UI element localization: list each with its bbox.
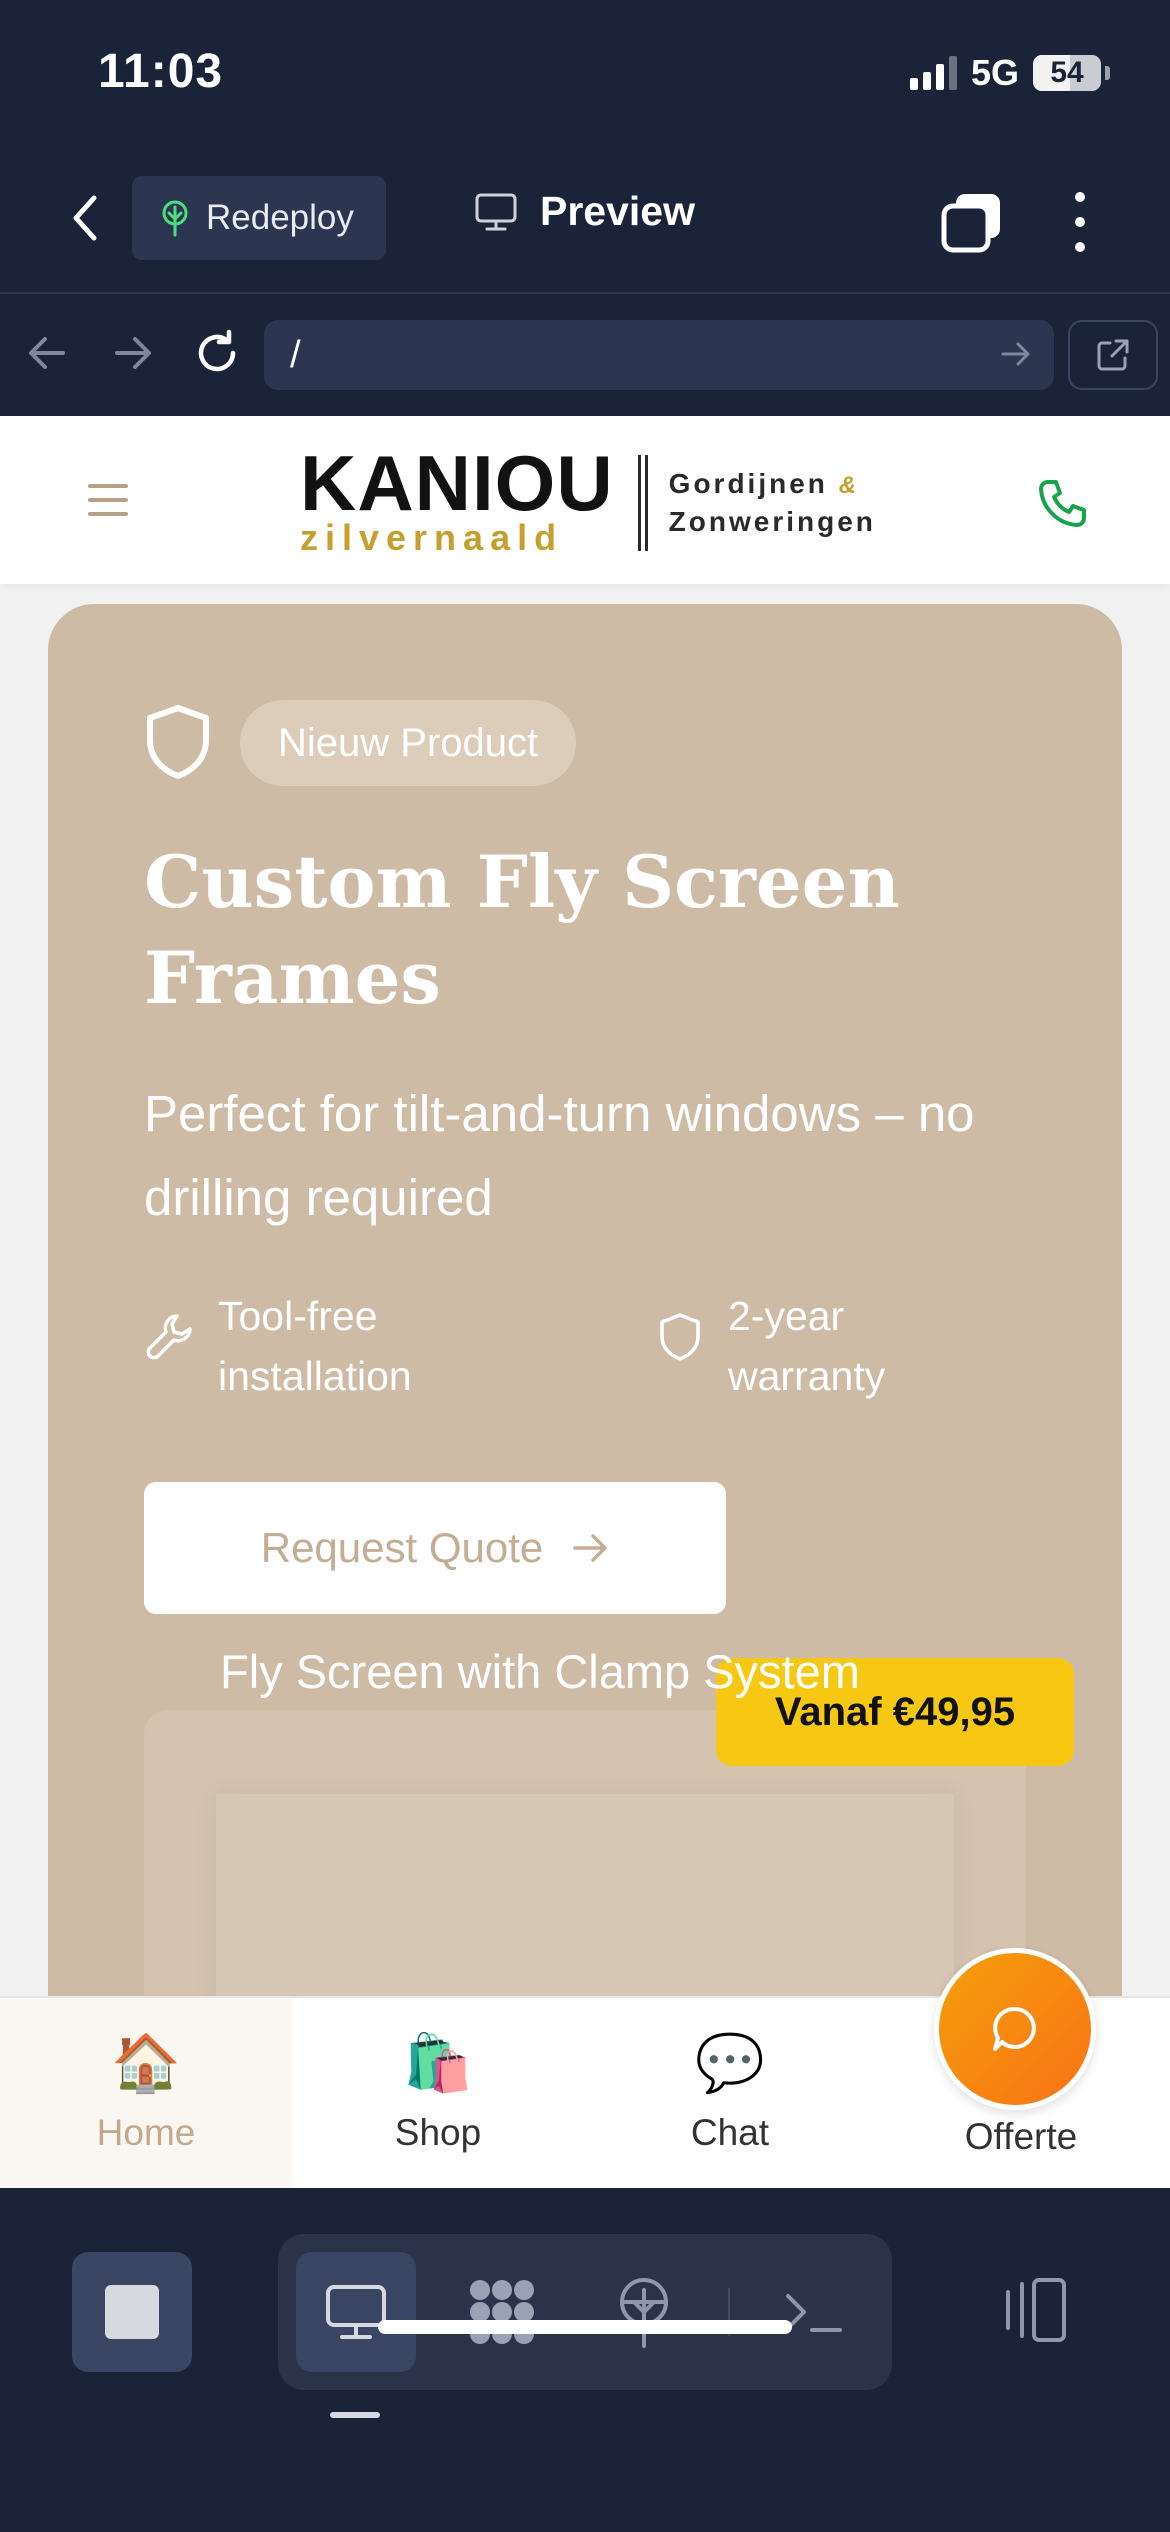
stop-button[interactable] bbox=[72, 2252, 192, 2372]
split-view-icon[interactable] bbox=[998, 2270, 1078, 2350]
back-button[interactable] bbox=[60, 188, 110, 248]
nodes-icon bbox=[470, 2280, 534, 2344]
arrow-left-icon bbox=[29, 337, 65, 369]
browser-forward-button[interactable] bbox=[108, 328, 158, 378]
shield-icon bbox=[147, 705, 209, 779]
logo-sub-text: zilvernaald bbox=[300, 517, 564, 558]
preview-view-button[interactable] bbox=[296, 2252, 416, 2372]
new-product-badge: Nieuw Product bbox=[240, 700, 577, 786]
nav-label-offerte[interactable]: Offerte bbox=[876, 2116, 1166, 2158]
logo-side-text-1: Gordijnen bbox=[668, 468, 828, 499]
go-arrow-icon[interactable] bbox=[1000, 334, 1032, 374]
web-preview: KANIOU zilvernaald Gordijnen & Zonwering… bbox=[0, 416, 1170, 2188]
nav-item-home[interactable]: 🏠 Home bbox=[0, 1998, 292, 2188]
battery-nub bbox=[1105, 66, 1110, 80]
redeploy-label: Redeploy bbox=[206, 198, 354, 237]
app-bar: Redeploy Preview bbox=[0, 150, 1170, 294]
arrow-right-icon bbox=[573, 1534, 607, 1562]
workflow-view-button[interactable] bbox=[442, 2252, 562, 2372]
feature-1-label: Tool-free installation bbox=[218, 1293, 412, 1399]
battery-level: 54 bbox=[1050, 56, 1084, 89]
request-quote-button[interactable]: Request Quote bbox=[144, 1482, 726, 1614]
shopping-bags-icon: 🛍️ bbox=[403, 2031, 473, 2094]
phone-icon[interactable] bbox=[1034, 476, 1090, 532]
hero-card: Nieuw Product Custom Fly Screen Frames P… bbox=[48, 604, 1122, 2188]
redeploy-button[interactable]: Redeploy bbox=[132, 176, 386, 260]
browser-back-button[interactable] bbox=[22, 328, 72, 378]
network-type: 5G bbox=[970, 52, 1019, 93]
reload-icon bbox=[198, 329, 236, 372]
logo-main-text: KANIOU bbox=[300, 439, 614, 527]
shield-small-icon bbox=[660, 1313, 700, 1361]
preview-label: Preview bbox=[540, 188, 695, 234]
preview-tab[interactable]: Preview bbox=[474, 188, 695, 235]
url-bar: / bbox=[0, 296, 1170, 416]
url-text: / bbox=[290, 333, 301, 376]
wrench-icon bbox=[146, 1314, 192, 1360]
nav-label-shop: Shop bbox=[394, 2112, 482, 2153]
deploy-tree-icon bbox=[620, 2278, 668, 2348]
tabs-icon[interactable] bbox=[940, 190, 1004, 254]
logo-divider bbox=[637, 455, 641, 551]
house-icon: 🏠 bbox=[111, 2031, 181, 2094]
more-options-button[interactable] bbox=[1060, 186, 1100, 258]
active-indicator bbox=[330, 2412, 380, 2418]
status-indicators: 5G 54 bbox=[909, 52, 1110, 94]
nav-item-shop[interactable]: 🛍️ Shop bbox=[292, 1998, 584, 2188]
nav-label-home: Home bbox=[96, 2112, 196, 2153]
stop-icon bbox=[105, 2285, 159, 2339]
signal-icon bbox=[909, 56, 957, 90]
logo-side-text-2: Zonweringen bbox=[668, 506, 876, 537]
bottom-toolbar bbox=[0, 2188, 1170, 2532]
site-header: KANIOU zilvernaald Gordijnen & Zonwering… bbox=[0, 416, 1170, 584]
monitor-icon bbox=[326, 2285, 386, 2339]
chat-fab-button[interactable] bbox=[934, 1948, 1096, 2110]
menu-icon[interactable] bbox=[88, 484, 128, 516]
deploy-view-button[interactable] bbox=[584, 2252, 704, 2372]
battery-icon: 54 bbox=[1033, 55, 1101, 91]
request-quote-label: Request Quote bbox=[260, 1524, 544, 1571]
product-label: Fly Screen with Clamp System bbox=[220, 1645, 860, 1698]
monitor-icon bbox=[475, 193, 517, 230]
terminal-view-button[interactable] bbox=[754, 2252, 874, 2372]
logo-ampersand: & bbox=[838, 472, 860, 499]
nav-label-chat: Chat bbox=[690, 2112, 770, 2153]
chevron-left-icon bbox=[73, 195, 97, 241]
open-external-button[interactable] bbox=[1068, 320, 1158, 390]
status-bar: 11:03 5G 54 bbox=[0, 0, 1170, 150]
speech-bubble-icon: 💬 bbox=[695, 2031, 765, 2094]
url-input[interactable]: / bbox=[264, 320, 1054, 390]
view-switcher bbox=[278, 2234, 892, 2390]
site-logo[interactable]: KANIOU zilvernaald Gordijnen & Zonwering… bbox=[300, 439, 876, 558]
feature-2-label: 2-year warranty bbox=[728, 1293, 886, 1399]
external-link-icon bbox=[1097, 339, 1129, 371]
arrow-right-icon bbox=[115, 337, 151, 369]
chat-bubble-icon bbox=[993, 2007, 1036, 2051]
reload-button[interactable] bbox=[192, 328, 242, 378]
deploy-tree-icon bbox=[162, 200, 188, 237]
home-indicator bbox=[378, 2320, 792, 2334]
feature-warranty: 2-year warranty bbox=[654, 1286, 948, 1406]
hero-subtitle: Perfect for tilt-and-turn windows – no d… bbox=[144, 1085, 975, 1226]
feature-tool-free: Tool-free installation bbox=[144, 1286, 438, 1406]
nav-item-chat[interactable]: 💬 Chat bbox=[584, 1998, 876, 2188]
hero-title: Custom Fly Screen Frames bbox=[144, 839, 900, 1020]
status-time: 11:03 bbox=[98, 45, 224, 98]
terminal-icon bbox=[786, 2294, 842, 2332]
